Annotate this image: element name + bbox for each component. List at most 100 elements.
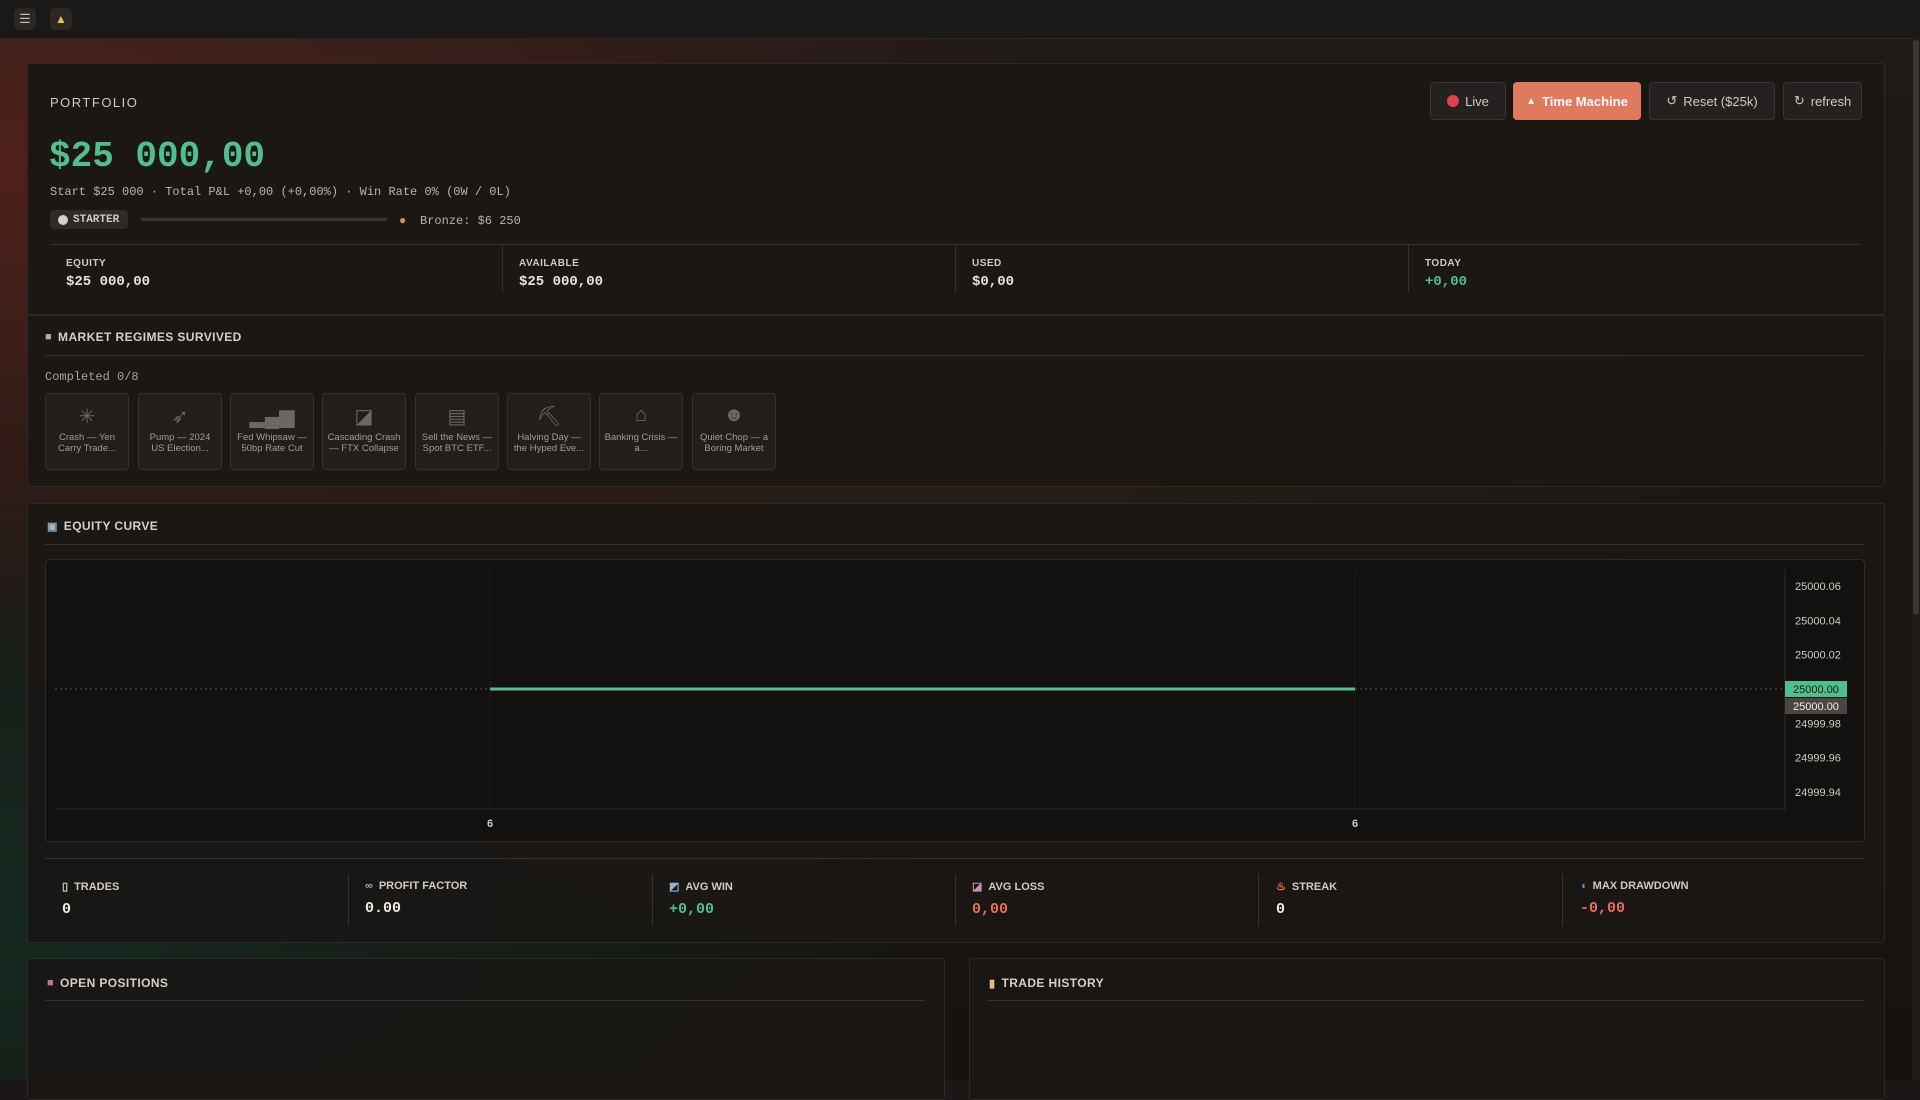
stat-value: 0	[1276, 901, 1337, 918]
regime-label: Spot BTC ETF...	[419, 443, 495, 454]
regime-card[interactable]: ✳ Crash — YenCarry Trade...	[45, 393, 129, 470]
live-button[interactable]: Live	[1430, 82, 1506, 120]
price-tag-base: 25000.00	[1793, 701, 1839, 713]
time-machine-label: Time Machine	[1542, 94, 1628, 109]
tier-progress-track	[141, 218, 387, 221]
regime-label: Crash — Yen	[49, 432, 125, 443]
spark-icon: ✳	[46, 404, 128, 428]
chart-up-icon: ◩	[669, 880, 679, 893]
bell-icon[interactable]: ▲	[50, 8, 72, 30]
equity-header: ▣ EQUITY CURVE	[47, 519, 158, 533]
stat-divider	[348, 874, 349, 926]
metric-label: USED	[972, 258, 1014, 269]
scrollbar-thumb[interactable]	[1913, 40, 1919, 615]
regimes-completed: Completed 0/8	[45, 370, 139, 384]
metric-value: $0,00	[972, 274, 1014, 290]
metric-divider	[1408, 245, 1409, 293]
y-tick-label: 25000.04	[1795, 615, 1841, 627]
stat-value: 0,00	[972, 901, 1044, 918]
divider	[45, 544, 1865, 545]
time-machine-icon: ▲	[1526, 96, 1536, 107]
regime-label: Cascading Crash	[326, 432, 402, 443]
stat-label: AVG WIN	[685, 881, 732, 893]
newspaper-icon: ▤	[416, 404, 498, 428]
open-positions-title: OPEN POSITIONS	[60, 976, 168, 990]
live-dot-icon	[1447, 95, 1459, 107]
stat-divider	[1562, 874, 1563, 926]
regime-label: the Hyped Eve...	[511, 443, 587, 454]
regime-label: Fed Whipsaw —	[234, 432, 310, 443]
regime-card[interactable]: ◪ Cascading Crash— FTX Collapse	[322, 393, 406, 470]
menu-icon[interactable]: ☰	[14, 8, 36, 30]
metric-divider	[955, 245, 956, 293]
stat-label: STREAK	[1292, 881, 1337, 893]
y-tick-label: 24999.96	[1795, 753, 1841, 765]
portfolio-summary: Start $25 000 · Total P&L +0,00 (+0,00%)…	[50, 185, 511, 199]
fire-icon: ♨	[1276, 880, 1286, 893]
tier-badge: STARTER	[50, 210, 128, 229]
stat-label: AVG LOSS	[988, 881, 1044, 893]
top-bar: ☰ ▲	[0, 0, 1920, 39]
rocket-icon: ➶	[139, 404, 221, 428]
stat-avg-loss: ◪ AVG LOSS 0,00	[972, 880, 1044, 918]
binoculars-icon: ∞	[365, 880, 373, 892]
refresh-icon: ↻	[1794, 93, 1805, 109]
stat-avg-win: ◩AVG WIN +0,00	[669, 880, 733, 918]
scrollbar-track[interactable]	[1912, 38, 1920, 1080]
time-machine-button[interactable]: ▲ Time Machine	[1513, 82, 1641, 120]
tier-badge-label: STARTER	[73, 214, 119, 226]
chart-down-icon: ◪	[323, 404, 405, 428]
bank-icon: ⌂	[600, 404, 682, 428]
bar-chart-icon: ▂▄▆	[231, 404, 313, 428]
regime-label: a...	[603, 443, 679, 454]
metric-value: $25 000,00	[519, 274, 603, 290]
metric-value: $25 000,00	[66, 274, 150, 290]
refresh-button-label: refresh	[1811, 94, 1851, 109]
face-icon: ☻	[693, 404, 775, 428]
pickaxe-icon: ⛏	[508, 404, 590, 428]
medal-icon: ●	[399, 213, 406, 227]
regime-card[interactable]: ▤ Sell the News —Spot BTC ETF...	[415, 393, 499, 470]
metric-label: EQUITY	[66, 258, 150, 269]
stat-streak: ♨ STREAK 0	[1276, 880, 1337, 918]
metric-used: USED $0,00	[972, 258, 1014, 290]
price-tag-last: 25000.00	[1793, 684, 1839, 696]
stat-divider	[652, 874, 653, 926]
regime-card[interactable]: ▂▄▆ Fed Whipsaw —50bp Rate Cut	[230, 393, 314, 470]
stat-max-drawdown: ◖MAX DRAWDOWN -0,00	[1580, 880, 1689, 917]
y-tick-label: 24999.98	[1795, 718, 1841, 730]
metric-label: TODAY	[1425, 258, 1467, 269]
regime-label: 50bp Rate Cut	[234, 443, 310, 454]
regime-card[interactable]: ⛏ Halving Day —the Hyped Eve...	[507, 393, 591, 470]
stat-divider	[955, 874, 956, 926]
y-tick-label: 25000.02	[1795, 650, 1841, 662]
regime-label: US Election...	[142, 443, 218, 454]
open-positions-header: ■ OPEN POSITIONS	[47, 976, 168, 990]
stat-label: TRADES	[74, 881, 119, 893]
regime-label: Banking Crisis —	[603, 432, 679, 443]
metric-equity: EQUITY $25 000,00	[66, 258, 150, 290]
divider	[45, 355, 1865, 356]
stat-value: 0.00	[365, 900, 467, 917]
stat-label: PROFIT FACTOR	[379, 880, 467, 892]
reset-button[interactable]: ↺ Reset ($25k)	[1649, 82, 1775, 120]
metric-divider	[502, 245, 503, 293]
chart-down-icon: ◪	[972, 880, 982, 893]
regime-card[interactable]: ➶ Pump — 2024US Election...	[138, 393, 222, 470]
stat-value: 0	[62, 901, 119, 918]
regime-label: — FTX Collapse	[326, 443, 402, 454]
regime-label: Pump — 2024	[142, 432, 218, 443]
portfolio-title: PORTFOLIO	[50, 95, 138, 110]
regime-card[interactable]: ☻ Quiet Chop — aBoring Market	[692, 393, 776, 470]
refresh-button[interactable]: ↻ refresh	[1783, 82, 1862, 120]
divider	[45, 858, 1865, 859]
stat-label: MAX DRAWDOWN	[1593, 880, 1689, 892]
regime-card[interactable]: ⌂ Banking Crisis —a...	[599, 393, 683, 470]
chart-frame	[46, 560, 1865, 842]
wave-icon: ◖	[1580, 880, 1587, 892]
y-tick-label: 25000.06	[1795, 581, 1841, 593]
trade-history-title: TRADE HISTORY	[1001, 976, 1104, 990]
metric-available: AVAILABLE $25 000,00	[519, 258, 603, 290]
equity-chart[interactable]: 6625000.0625000.0425000.0224999.9824999.…	[45, 559, 1865, 842]
briefcase-icon: ■	[47, 977, 54, 989]
